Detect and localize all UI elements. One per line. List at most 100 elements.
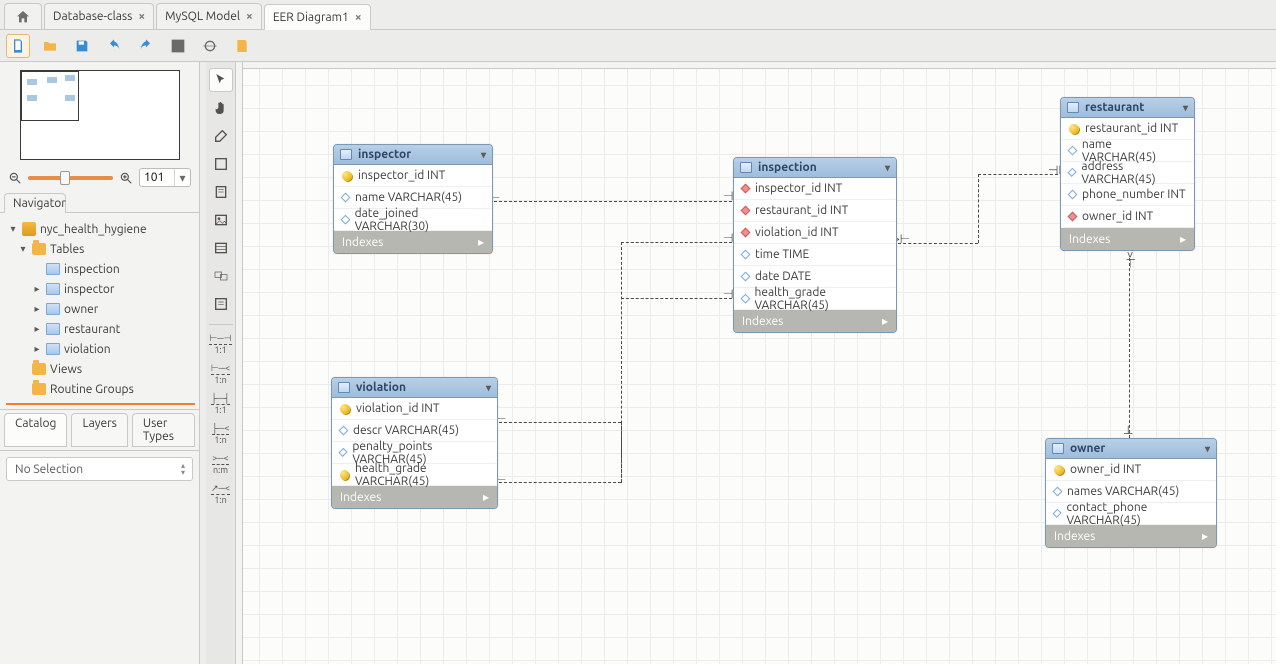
hand-tool[interactable] xyxy=(209,96,233,120)
close-icon[interactable]: × xyxy=(246,10,253,23)
entity-footer[interactable]: Indexes▸ xyxy=(734,310,896,332)
tab-database-class[interactable]: Database-class × xyxy=(44,3,154,29)
column-row[interactable]: inspector_id INT xyxy=(334,165,492,187)
column-row[interactable]: time TIME xyxy=(734,244,896,266)
diagram-canvas[interactable]: ⊢ >⊢ ⊢ ⊢ >⊢ >⊢ >⊢ ⊣⊢ >⊢ ⊥ inspector ▾ in… xyxy=(236,62,1276,664)
entity-owner[interactable]: owner ▾ owner_id INT names VARCHAR(45) c… xyxy=(1045,438,1217,548)
grid-toggle-button[interactable] xyxy=(166,34,190,58)
entity-header[interactable]: inspection ▾ xyxy=(734,158,896,178)
column-row[interactable]: health_grade VARCHAR(45) xyxy=(734,288,896,310)
expand-icon[interactable]: ▾ xyxy=(8,223,18,235)
views-folder[interactable]: Views xyxy=(6,359,195,379)
tables-folder[interactable]: ▾ Tables xyxy=(6,239,195,259)
new-file-button[interactable] xyxy=(6,34,30,58)
entity-header[interactable]: inspector ▾ xyxy=(334,145,492,165)
entity-footer[interactable]: Indexes▸ xyxy=(332,486,497,508)
table-item-inspection[interactable]: inspection xyxy=(6,259,195,279)
folder-icon xyxy=(32,363,46,375)
undo-button[interactable] xyxy=(102,34,126,58)
column-row[interactable]: restaurant_id INT xyxy=(734,200,896,222)
column-row[interactable]: violation_id INT xyxy=(734,222,896,244)
selection-combo[interactable]: No Selection ▴▾ xyxy=(6,457,193,481)
collapse-icon[interactable]: ▾ xyxy=(1183,102,1188,114)
pointer-tool[interactable] xyxy=(209,68,233,92)
column-row[interactable]: inspector_id INT xyxy=(734,178,896,200)
column-row[interactable]: address VARCHAR(45) xyxy=(1061,162,1194,184)
tab-eer-diagram[interactable]: EER Diagram1 × xyxy=(264,4,371,30)
relation-n-m[interactable]: >─<n:m xyxy=(208,453,234,479)
zoom-input[interactable] xyxy=(140,169,174,186)
tab-strip: Database-class × MySQL Model × EER Diagr… xyxy=(0,0,1276,30)
table-item-owner[interactable]: ▸ owner xyxy=(6,299,195,319)
tab-user-types[interactable]: User Types xyxy=(132,413,195,447)
table-item-inspector[interactable]: ▸ inspector xyxy=(6,279,195,299)
entity-footer[interactable]: Indexes▸ xyxy=(1061,228,1194,250)
tab-home[interactable] xyxy=(4,3,42,29)
zoom-thumb[interactable] xyxy=(60,171,70,185)
collapse-icon[interactable]: ▾ xyxy=(1205,443,1210,455)
entity-inspection[interactable]: inspection ▾ inspector_id INT restaurant… xyxy=(733,157,897,333)
entity-footer[interactable]: Indexes▸ xyxy=(1046,525,1216,547)
expand-icon[interactable]: ▸ xyxy=(32,283,42,295)
relation-existing[interactable]: ↗─<1:n xyxy=(208,483,234,509)
table-item-restaurant[interactable]: ▸ restaurant xyxy=(6,319,195,339)
expand-icon[interactable]: ▸ xyxy=(32,343,42,355)
column-row[interactable]: contact_phone VARCHAR(45) xyxy=(1046,503,1216,525)
column-row[interactable]: date_joined VARCHAR(30) xyxy=(334,209,492,231)
redo-button[interactable] xyxy=(134,34,158,58)
table-item-violation[interactable]: ▸ violation xyxy=(6,339,195,359)
eraser-tool[interactable] xyxy=(209,124,233,148)
relation-line xyxy=(1129,258,1130,438)
relation-1-1-id[interactable]: ├─┤1:1 xyxy=(208,393,234,419)
close-icon[interactable]: × xyxy=(138,10,145,23)
routine-tool[interactable] xyxy=(209,292,233,316)
zoom-slider[interactable] xyxy=(28,176,113,180)
note-tool[interactable] xyxy=(209,180,233,204)
column-row[interactable]: owner_id INT xyxy=(1061,206,1194,228)
open-file-button[interactable] xyxy=(38,34,62,58)
table-icon xyxy=(340,149,352,160)
expand-icon[interactable]: ▾ xyxy=(18,243,28,255)
layer-tool[interactable] xyxy=(209,152,233,176)
entity-restaurant[interactable]: restaurant ▾ restaurant_id INT name VARC… xyxy=(1060,97,1195,251)
column-row[interactable]: owner_id INT xyxy=(1046,459,1216,481)
fk-icon xyxy=(741,206,751,216)
zoom-dropdown[interactable]: ▾ xyxy=(174,169,190,186)
note-button[interactable] xyxy=(230,34,254,58)
tab-mysql-model[interactable]: MySQL Model × xyxy=(156,3,262,29)
expand-icon[interactable]: ▸ xyxy=(32,323,42,335)
entity-inspector[interactable]: inspector ▾ inspector_id INT name VARCHA… xyxy=(333,144,493,254)
tab-layers[interactable]: Layers xyxy=(71,413,127,447)
entity-violation[interactable]: violation ▾ violation_id INT descr VARCH… xyxy=(331,377,498,509)
expand-icon[interactable]: ▸ xyxy=(32,303,42,315)
tab-catalog[interactable]: Catalog xyxy=(4,413,67,447)
collapse-icon[interactable]: ▾ xyxy=(885,162,890,174)
entity-header[interactable]: restaurant ▾ xyxy=(1061,98,1194,118)
save-button[interactable] xyxy=(70,34,94,58)
minimap[interactable] xyxy=(20,70,180,160)
column-text: inspector_id INT xyxy=(755,182,842,195)
relation-1-n-id[interactable]: ├─<1:n xyxy=(208,423,234,449)
relation-1-1-nonid[interactable]: ⊢─⊣1:1 xyxy=(208,333,234,359)
column-row[interactable]: violation_id INT xyxy=(332,398,497,420)
entity-header[interactable]: violation ▾ xyxy=(332,378,497,398)
entity-header[interactable]: owner ▾ xyxy=(1046,439,1216,459)
table-icon xyxy=(1067,102,1079,113)
image-tool[interactable] xyxy=(209,208,233,232)
relation-1-n-nonid[interactable]: ⊢─<1:n xyxy=(208,363,234,389)
table-tool[interactable] xyxy=(209,236,233,260)
close-icon[interactable]: × xyxy=(355,11,362,24)
align-button[interactable] xyxy=(198,34,222,58)
column-row[interactable]: phone_number INT xyxy=(1061,184,1194,206)
view-tool[interactable] xyxy=(209,264,233,288)
zoom-out-icon[interactable] xyxy=(8,171,22,185)
table-icon xyxy=(740,162,752,173)
zoom-in-icon[interactable] xyxy=(119,171,133,185)
routines-folder[interactable]: Routine Groups xyxy=(6,379,195,399)
schema-root[interactable]: ▾ nyc_health_hygiene xyxy=(6,219,195,239)
collapse-icon[interactable]: ▾ xyxy=(481,149,486,161)
navigator-tab[interactable]: Navigator xyxy=(4,193,66,213)
entity-footer[interactable]: Indexes▸ xyxy=(334,231,492,253)
collapse-icon[interactable]: ▾ xyxy=(486,382,491,394)
column-row[interactable]: health_grade VARCHAR(45) xyxy=(332,464,497,486)
